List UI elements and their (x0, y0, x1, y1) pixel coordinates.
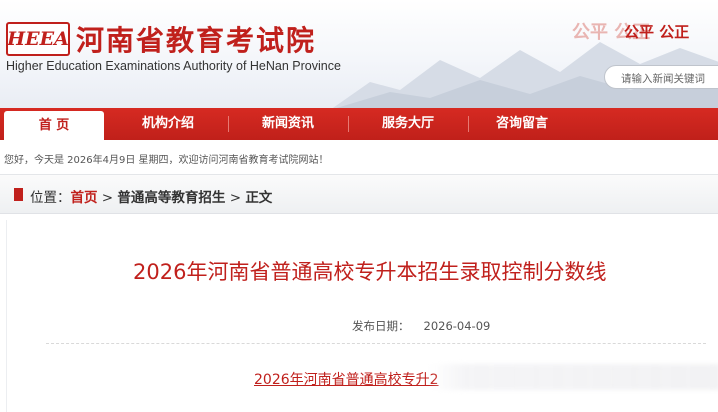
site-title: 河南省教育考试院 (76, 24, 317, 57)
attachment-link[interactable]: 2026年河南省普通高校专升2 (254, 369, 439, 389)
nav-item-home[interactable]: 首 页 (4, 111, 104, 140)
search-input[interactable]: 请输入新闻关键词 (604, 65, 718, 89)
blurred-region (430, 364, 718, 390)
breadcrumb-trail: 位置：首页 > 普通高等教育招生 > 正文 (30, 186, 272, 206)
publish-info: 发布日期： 2026-04-09 (352, 318, 490, 334)
breadcrumb-prefix: 位置： (30, 190, 71, 206)
nav-item-service[interactable]: 服务大厅 (352, 108, 464, 140)
publish-date-label: 发布日期： (352, 319, 410, 333)
breadcrumb-current: 正文 (245, 190, 273, 206)
breadcrumb-separator: > (97, 190, 118, 206)
main-nav: 首 页 机构介绍 新闻资讯 服务大厅 咨询留言 (0, 108, 718, 140)
breadcrumb-marker-icon (14, 188, 23, 201)
article-divider (46, 343, 706, 344)
article-title: 2026年河南省普通高校专升本招生录取控制分数线 (133, 260, 607, 284)
breadcrumb-separator: > (225, 190, 246, 206)
slogan: 公平 公正 (624, 23, 690, 41)
nav-item-news[interactable]: 新闻资讯 (232, 108, 344, 140)
nav-separator (468, 116, 469, 132)
site-header: HEEA 河南省教育考试院 Higher Education Examinati… (0, 0, 718, 108)
breadcrumb-home-link[interactable]: 首页 (71, 190, 98, 206)
nav-separator (348, 116, 349, 132)
nav-separator (228, 116, 229, 132)
nav-item-message[interactable]: 咨询留言 (472, 108, 572, 140)
breadcrumb: 位置：首页 > 普通高等教育招生 > 正文 (0, 174, 718, 214)
site-subtitle: Higher Education Examinations Authority … (6, 59, 341, 73)
publish-date: 2026-04-09 (423, 319, 491, 333)
nav-item-about[interactable]: 机构介绍 (112, 108, 224, 140)
site-logo[interactable]: HEEA (6, 22, 70, 56)
breadcrumb-category-link[interactable]: 普通高等教育招生 (117, 190, 225, 206)
welcome-text: 您好，今天是 2026年4月9日 星期四，欢迎访问河南省教育考试院网站！ (4, 155, 329, 166)
